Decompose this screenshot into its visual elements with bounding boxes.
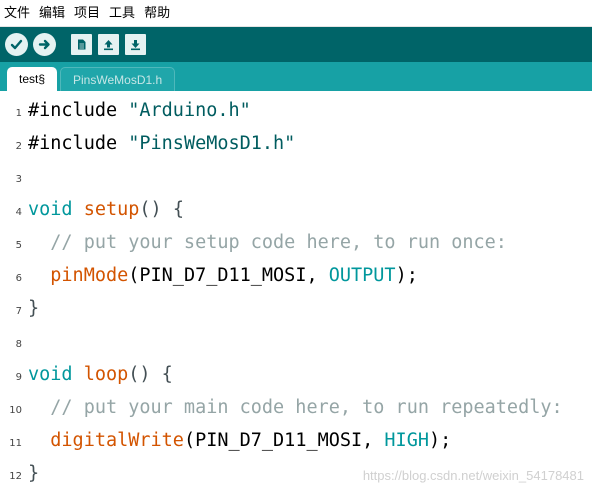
code-token: HIGH xyxy=(384,430,429,451)
code-token: "Arduino.h" xyxy=(128,100,251,121)
code-line: 11 digitalWrite(PIN_D7_D11_MOSI, HIGH); xyxy=(0,424,592,457)
code-text: pinMode(PIN_D7_D11_MOSI, OUTPUT); xyxy=(28,259,418,292)
menu-tools[interactable]: 工具 xyxy=(109,0,135,27)
line-number: 2 xyxy=(15,141,22,152)
code-token: () { xyxy=(139,199,184,220)
menu-help[interactable]: 帮助 xyxy=(144,0,170,27)
code-line: 3 xyxy=(0,160,592,193)
code-token: digitalWrite xyxy=(50,430,184,451)
code-token: #include xyxy=(28,133,129,154)
code-text: } xyxy=(28,292,39,325)
code-editor[interactable]: 1 #include "Arduino.h" 2 #include "PinsWeMo… xyxy=(0,91,592,493)
toolbar xyxy=(0,27,592,62)
code-token: #include xyxy=(28,100,129,121)
code-token: OUTPUT xyxy=(328,265,396,286)
code-token: } xyxy=(28,298,40,319)
line-number: 4 xyxy=(15,207,22,218)
code-text: // put your main code here, to run repea… xyxy=(28,391,563,424)
open-icon xyxy=(104,40,113,51)
open-button[interactable] xyxy=(98,34,119,55)
code-token: } xyxy=(28,463,40,484)
code-line: 2 #include "PinsWeMosD1.h" xyxy=(0,127,592,160)
line-number: 10 xyxy=(9,405,22,416)
code-token: void xyxy=(28,364,73,385)
tab-pinswemosd1[interactable]: PinsWeMosD1.h xyxy=(60,67,176,91)
verify-icon xyxy=(10,39,23,50)
line-number: 5 xyxy=(15,240,22,251)
line-number: 6 xyxy=(15,273,22,284)
code-token: // put your setup code here, to run once… xyxy=(28,232,507,253)
menu-edit[interactable]: 编辑 xyxy=(39,0,65,27)
menu-bar: 文件 编辑 项目 工具 帮助 xyxy=(0,0,592,27)
code-token: pinMode xyxy=(50,265,129,286)
code-token: ); xyxy=(395,265,418,286)
code-text: // put your setup code here, to run once… xyxy=(28,226,507,259)
new-sketch-button[interactable] xyxy=(71,34,92,55)
code-line: 4 void setup() { xyxy=(0,193,592,226)
watermark: https://blog.csdn.net/weixin_54178481 xyxy=(362,468,584,483)
code-token: void xyxy=(28,199,73,220)
code-text: void loop() { xyxy=(28,358,173,391)
code-line: 7} xyxy=(0,292,592,325)
line-number: 1 xyxy=(15,108,22,119)
line-number: 8 xyxy=(15,339,22,350)
code-token: () { xyxy=(128,364,173,385)
save-icon xyxy=(131,40,140,51)
code-token: (PIN_D7_D11_MOSI, xyxy=(183,430,385,451)
menu-sketch[interactable]: 项目 xyxy=(74,0,100,27)
line-number: 11 xyxy=(9,438,22,449)
code-token: ); xyxy=(428,430,452,451)
tab-strip: test§ PinsWeMosD1.h xyxy=(0,62,592,91)
line-number: 12 xyxy=(9,471,22,482)
code-line: 8 xyxy=(0,325,592,358)
upload-icon xyxy=(38,39,50,50)
code-line: 6 pinMode(PIN_D7_D11_MOSI, OUTPUT); xyxy=(0,259,592,292)
code-token: loop xyxy=(83,364,129,385)
line-number: 9 xyxy=(15,372,22,383)
code-token: // put your main code here, to run repea… xyxy=(28,397,563,418)
save-button[interactable] xyxy=(125,34,146,55)
upload-button[interactable] xyxy=(33,33,56,56)
code-text: } xyxy=(28,457,39,490)
code-text: void setup() { xyxy=(28,193,184,226)
line-number: 3 xyxy=(15,174,22,185)
code-token: (PIN_D7_D11_MOSI, xyxy=(128,265,329,286)
code-line: 9 void loop() { xyxy=(0,358,592,391)
code-token: setup xyxy=(83,199,140,220)
code-line: 10 // put your main code here, to run re… xyxy=(0,391,592,424)
line-number: 7 xyxy=(15,306,22,317)
tab-test[interactable]: test§ xyxy=(7,67,58,91)
code-text: #include "PinsWeMosD1.h" xyxy=(28,127,295,160)
code-text: #include "Arduino.h" xyxy=(28,94,251,127)
verify-button[interactable] xyxy=(5,33,28,56)
code-text: digitalWrite(PIN_D7_D11_MOSI, HIGH); xyxy=(28,424,451,457)
code-line: 1 #include "Arduino.h" xyxy=(0,94,592,127)
menu-file[interactable]: 文件 xyxy=(4,0,30,27)
new-icon xyxy=(78,39,86,50)
code-token: "PinsWeMosD1.h" xyxy=(128,133,296,154)
code-line: 5 // put your setup code here, to run on… xyxy=(0,226,592,259)
